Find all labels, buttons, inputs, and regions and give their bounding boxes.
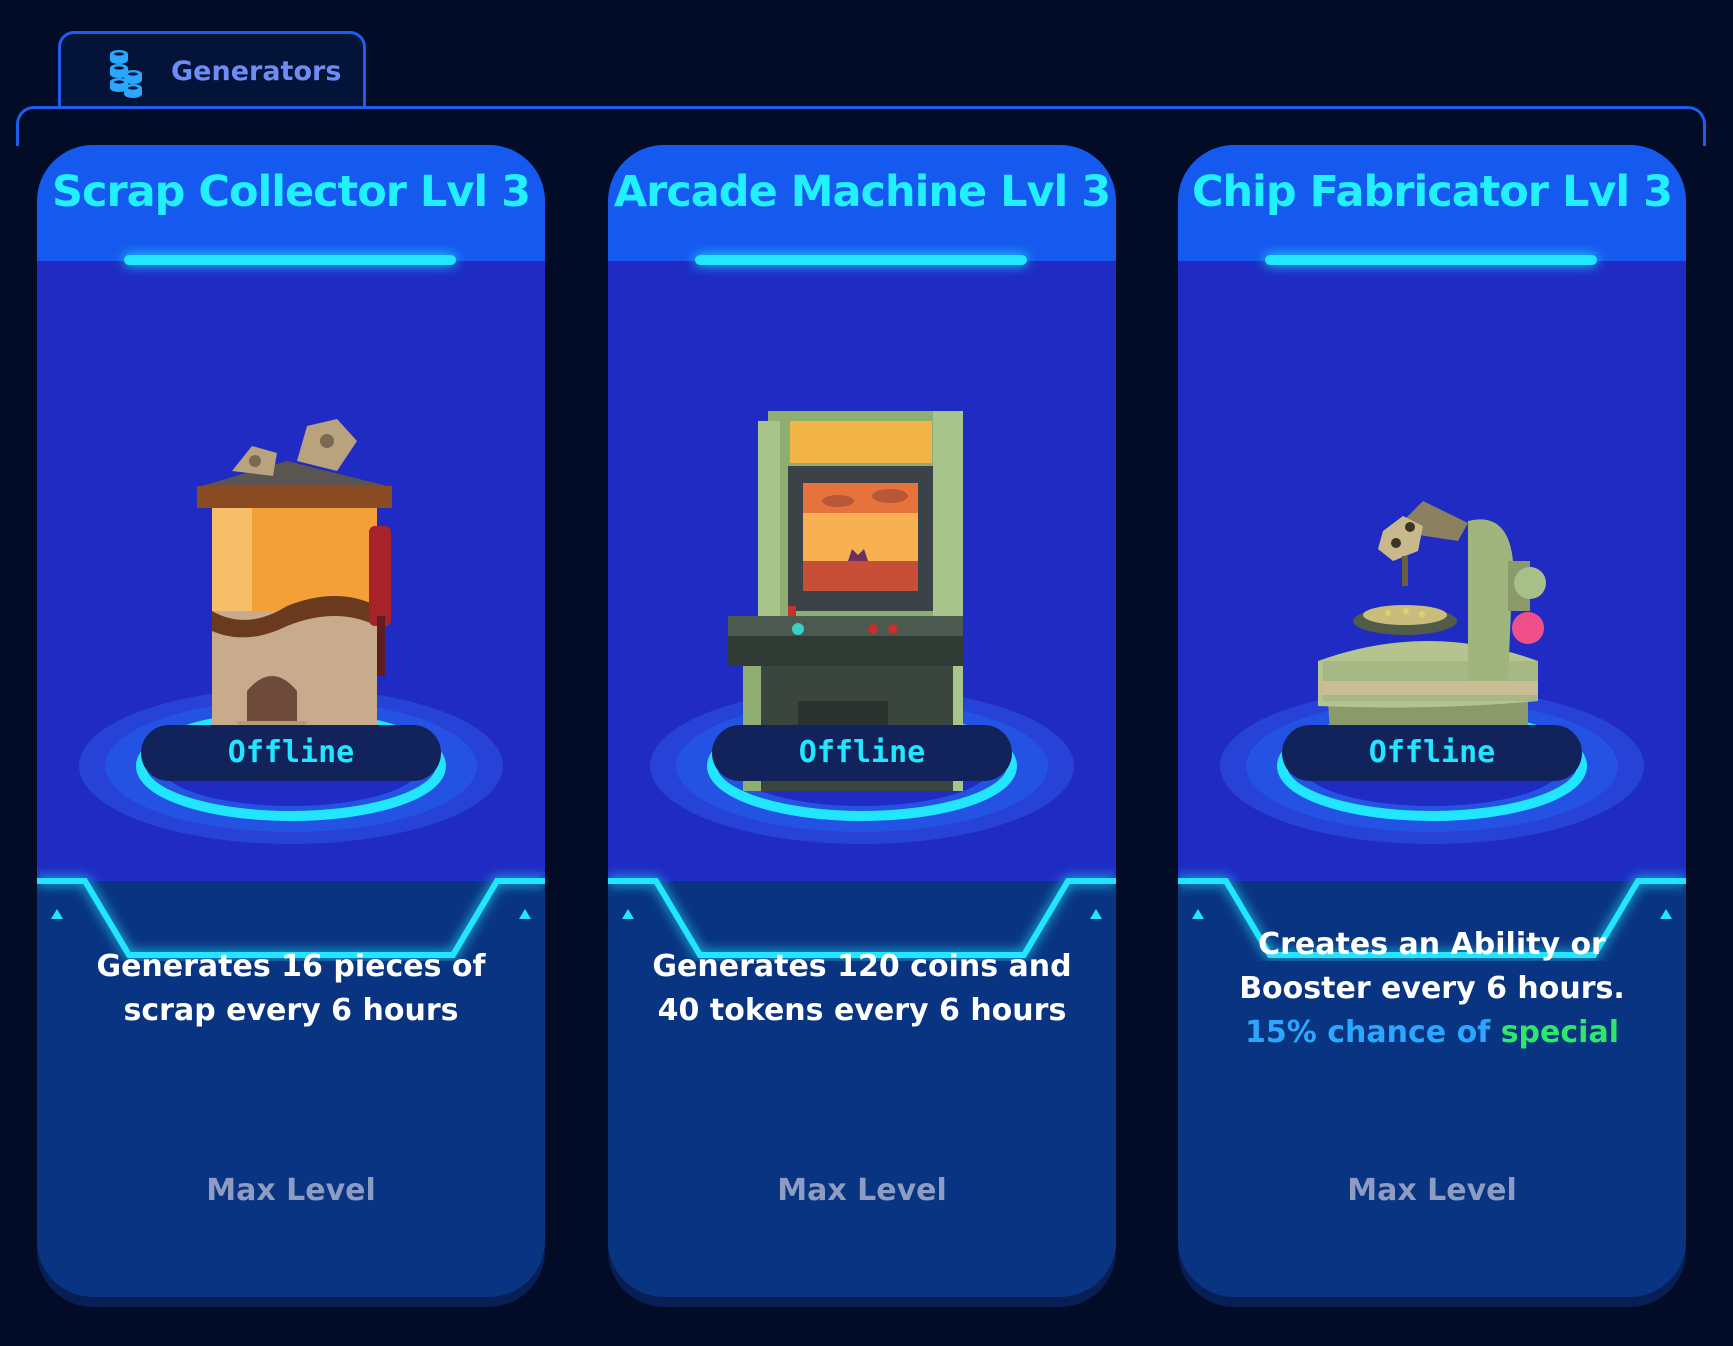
- max-level-label: Max Level: [206, 1173, 376, 1208]
- chip-fabricator-icon: [1178, 501, 1686, 961]
- max-level-label: Max Level: [1347, 1173, 1517, 1208]
- title-underline: [124, 255, 456, 265]
- card-description: Creates an Ability or Booster every 6 ho…: [1218, 923, 1646, 1055]
- card-title: Arcade Machine Lvl 3: [613, 167, 1111, 217]
- generator-card-chip-fabricator[interactable]: Chip Fabricator Lvl 3 Offline Creates an…: [1178, 145, 1686, 1297]
- card-header: Chip Fabricator Lvl 3: [1178, 145, 1686, 265]
- tab-label: Generators: [171, 56, 342, 87]
- generator-card-arcade-machine[interactable]: Arcade Machine Lvl 3 Offline Generates 1…: [608, 145, 1116, 1297]
- description-text: Creates an Ability or Booster every 6 ho…: [1239, 927, 1625, 1006]
- scrap-collector-icon: [37, 419, 545, 961]
- status-badge: Offline: [141, 725, 441, 781]
- title-underline: [695, 255, 1027, 265]
- max-level-label: Max Level: [777, 1173, 947, 1208]
- coin-stack-icon: [110, 50, 142, 98]
- tab-generators[interactable]: Generators: [58, 31, 366, 107]
- card-header: Scrap Collector Lvl 3: [37, 145, 545, 265]
- generator-card-scrap-collector[interactable]: Scrap Collector Lvl 3 Offline Generates …: [37, 145, 545, 1297]
- card-title: Chip Fabricator Lvl 3: [1191, 167, 1673, 217]
- panel-frame: [16, 106, 1706, 146]
- description-chance: 15% chance of: [1245, 1015, 1491, 1050]
- status-badge: Offline: [1282, 725, 1582, 781]
- card-description: Generates 120 coins and 40 tokens every …: [652, 949, 1072, 1028]
- description-special: special: [1500, 1015, 1619, 1050]
- card-header: Arcade Machine Lvl 3: [608, 145, 1116, 265]
- generators-screen: Generators Scrap Collector Lvl 3 Offline…: [0, 0, 1733, 1346]
- card-title: Scrap Collector Lvl 3: [52, 167, 531, 217]
- status-badge: Offline: [712, 725, 1012, 781]
- arcade-machine-icon: [608, 411, 1116, 961]
- card-description: Generates 16 pieces of scrap every 6 hou…: [96, 949, 486, 1028]
- title-underline: [1265, 255, 1597, 265]
